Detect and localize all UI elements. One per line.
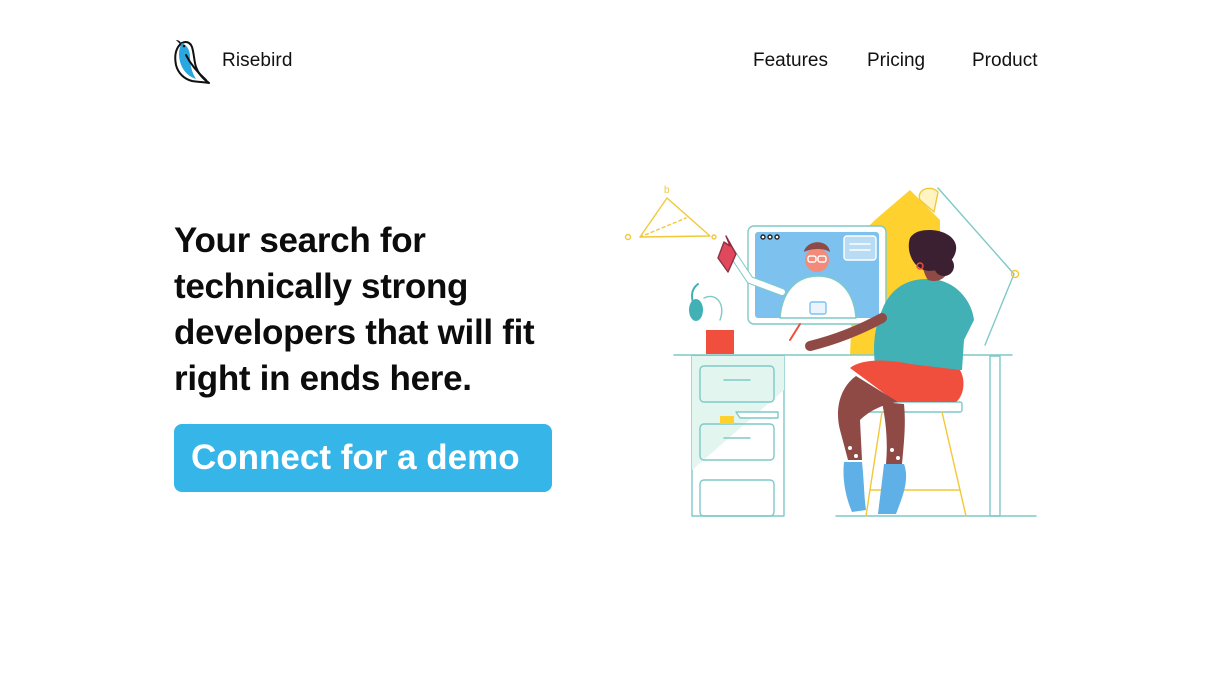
brand-name: Risebird (222, 50, 293, 71)
hero-headline: Your search for technically strong devel… (174, 221, 535, 398)
nav-link-product[interactable]: Product (972, 50, 1037, 72)
triangle-label: b (664, 185, 670, 196)
hero-illustration: b (624, 185, 1037, 517)
nav-link-features[interactable]: Features (753, 50, 828, 72)
bird-logo-icon (174, 40, 210, 84)
connect-demo-button[interactable]: Connect for a demo (174, 424, 552, 492)
landing-page: Risebird Features Pricing Product Your s… (0, 0, 1214, 674)
nav-link-pricing[interactable]: Pricing (867, 50, 925, 72)
brand-home-link[interactable]: Risebird (172, 37, 293, 85)
main-nav: Features Pricing Product (740, 50, 1040, 74)
